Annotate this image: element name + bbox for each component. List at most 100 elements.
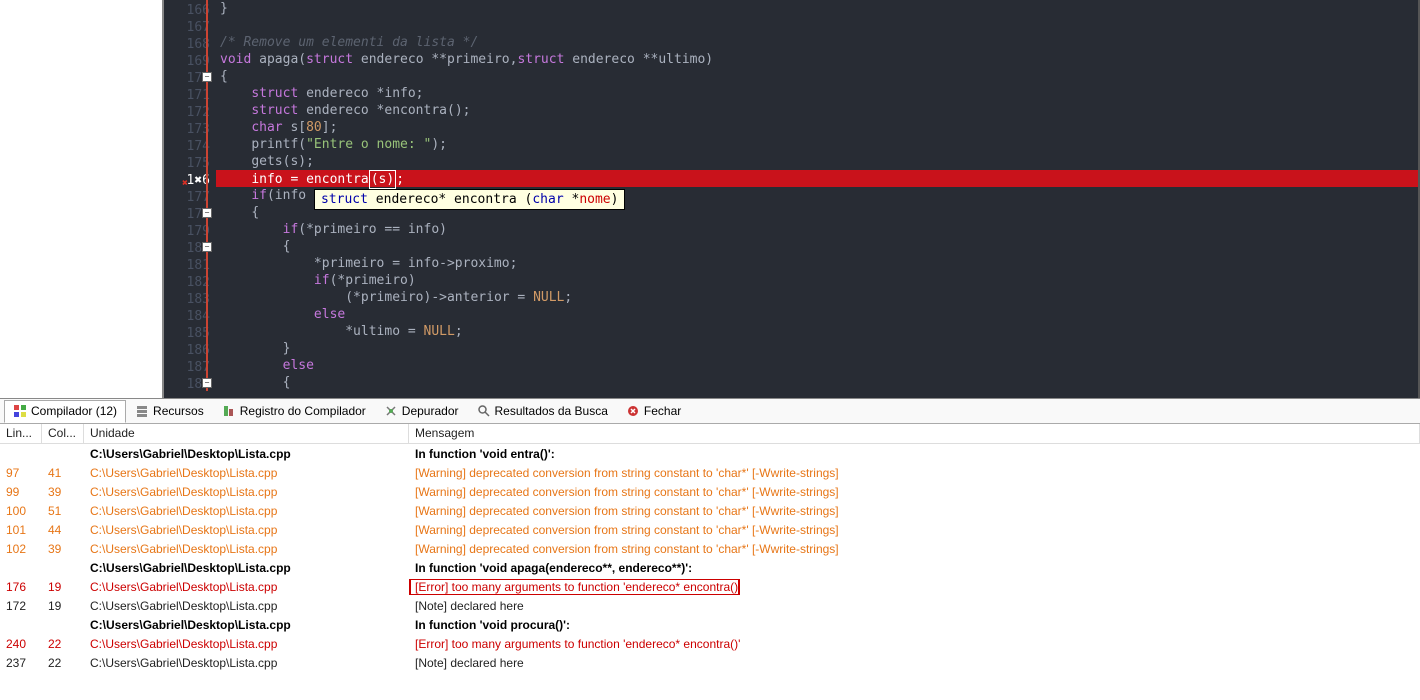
row-unit: C:\Users\Gabriel\Desktop\Lista.cpp: [84, 503, 409, 519]
row-col: 44: [42, 522, 84, 538]
row-col: 39: [42, 484, 84, 500]
tooltip-keyword: struct: [321, 192, 368, 207]
tab-debugger[interactable]: Depurador: [375, 400, 468, 423]
project-panel[interactable]: [0, 0, 164, 398]
code-text: {: [220, 69, 228, 84]
row-line: 176: [0, 579, 42, 595]
tab-compiler-log[interactable]: Registro do Compilador: [213, 400, 375, 423]
row-message: In function 'void apaga(endereco**, ende…: [409, 560, 1420, 576]
code-text: ;: [455, 324, 463, 339]
tab-label: Resultados da Busca: [495, 404, 608, 418]
fold-toggle-icon[interactable]: −: [202, 208, 212, 218]
tab-close[interactable]: Fechar: [617, 400, 690, 423]
code-text: s[: [283, 120, 306, 135]
compiler-row[interactable]: C:\Users\Gabriel\Desktop\Lista.cppIn fun…: [0, 615, 1420, 634]
row-message: [Error] too many arguments to function '…: [409, 636, 1420, 652]
tooltip-keyword: char: [532, 192, 563, 207]
compiler-row[interactable]: 10051C:\Users\Gabriel\Desktop\Lista.cpp[…: [0, 501, 1420, 520]
fold-strip: − − − −: [202, 0, 214, 398]
row-unit: C:\Users\Gabriel\Desktop\Lista.cpp: [84, 617, 409, 633]
tab-resources[interactable]: Recursos: [126, 400, 213, 423]
compiler-row[interactable]: 17219C:\Users\Gabriel\Desktop\Lista.cpp[…: [0, 596, 1420, 615]
tab-label: Fechar: [644, 404, 681, 418]
compiler-row[interactable]: 24022C:\Users\Gabriel\Desktop\Lista.cpp[…: [0, 634, 1420, 653]
header-col[interactable]: Col...: [42, 424, 84, 443]
code-text: ): [386, 172, 394, 187]
code-text: (*primeiro)->anterior =: [345, 290, 533, 305]
code-keyword: void: [220, 52, 251, 67]
compiler-row[interactable]: 17619C:\Users\Gabriel\Desktop\Lista.cpp[…: [0, 577, 1420, 596]
compiler-messages[interactable]: C:\Users\Gabriel\Desktop\Lista.cppIn fun…: [0, 444, 1420, 700]
code-text: (: [371, 172, 379, 187]
resources-icon: [135, 404, 149, 418]
code-keyword: NULL: [533, 290, 564, 305]
tab-search-results[interactable]: Resultados da Busca: [468, 400, 617, 423]
compiler-row[interactable]: 23722C:\Users\Gabriel\Desktop\Lista.cpp[…: [0, 653, 1420, 672]
code-text: endereco *encontra();: [298, 103, 470, 118]
code-text: (: [298, 137, 306, 152]
tooltip-text: *: [564, 192, 580, 207]
compiler-row[interactable]: 9939C:\Users\Gabriel\Desktop\Lista.cpp[W…: [0, 482, 1420, 501]
row-unit: C:\Users\Gabriel\Desktop\Lista.cpp: [84, 636, 409, 652]
header-unit[interactable]: Unidade: [84, 424, 409, 443]
code-keyword: if: [251, 188, 267, 203]
code-text: }: [283, 341, 291, 356]
row-line: 102: [0, 541, 42, 557]
row-unit: C:\Users\Gabriel\Desktop\Lista.cpp: [84, 598, 409, 614]
code-text: info = encontra: [251, 172, 368, 187]
header-message[interactable]: Mensagem: [409, 424, 1420, 443]
debug-icon: [384, 404, 398, 418]
code-keyword: else: [314, 307, 345, 322]
fold-toggle-icon[interactable]: −: [202, 378, 212, 388]
row-col: 19: [42, 598, 84, 614]
code-text: endereco **primeiro,: [353, 52, 517, 67]
code-text: ;: [564, 290, 572, 305]
row-line: 101: [0, 522, 42, 538]
compiler-row[interactable]: C:\Users\Gabriel\Desktop\Lista.cppIn fun…: [0, 444, 1420, 463]
code-text: {: [283, 239, 291, 254]
row-col: 22: [42, 636, 84, 652]
code-text: {: [251, 205, 259, 220]
row-message: In function 'void entra()':: [409, 446, 1420, 462]
compiler-row[interactable]: 10239C:\Users\Gabriel\Desktop\Lista.cpp[…: [0, 539, 1420, 558]
row-unit: C:\Users\Gabriel\Desktop\Lista.cpp: [84, 579, 409, 595]
row-line: 99: [0, 484, 42, 500]
row-col: 39: [42, 541, 84, 557]
code-text: (info: [267, 188, 306, 203]
fold-toggle-icon[interactable]: −: [202, 72, 212, 82]
row-col: [42, 624, 84, 626]
fold-guide: [206, 0, 208, 391]
code-keyword: if: [314, 273, 330, 288]
row-message: [Error] too many arguments to function '…: [409, 579, 1420, 595]
row-message: [Warning] deprecated conversion from str…: [409, 541, 1420, 557]
code-text: apaga(: [251, 52, 306, 67]
row-col: 19: [42, 579, 84, 595]
close-icon: [626, 404, 640, 418]
code-text: ];: [322, 120, 338, 135]
code-text: *ultimo =: [345, 324, 423, 339]
param-hint-tooltip: struct endereco* encontra (char *nome): [314, 189, 625, 210]
row-line: 237: [0, 655, 42, 671]
code-text: {: [283, 375, 291, 390]
tab-label: Depurador: [402, 404, 459, 418]
code-text: printf: [251, 137, 298, 152]
header-line[interactable]: Lin...: [0, 424, 42, 443]
row-message: [Warning] deprecated conversion from str…: [409, 484, 1420, 500]
row-message: [Warning] deprecated conversion from str…: [409, 522, 1420, 538]
fold-toggle-icon[interactable]: −: [202, 242, 212, 252]
compiler-row[interactable]: C:\Users\Gabriel\Desktop\Lista.cppIn fun…: [0, 558, 1420, 577]
row-line: 100: [0, 503, 42, 519]
code-text: ;: [396, 172, 404, 187]
code-keyword: struct: [517, 52, 564, 67]
row-line: [0, 624, 42, 626]
code-editor[interactable]: 166 167 168 169 170 171 172 173 174 175 …: [164, 0, 1420, 398]
compiler-row[interactable]: 10144C:\Users\Gabriel\Desktop\Lista.cpp[…: [0, 520, 1420, 539]
code-number: 80: [306, 120, 322, 135]
code-text: endereco **ultimo): [564, 52, 713, 67]
code-keyword: else: [283, 358, 314, 373]
compiler-row[interactable]: 9741C:\Users\Gabriel\Desktop\Lista.cpp[W…: [0, 463, 1420, 482]
tooltip-text: endereco* encontra (: [368, 192, 532, 207]
code-text: }: [220, 1, 228, 16]
tab-compiler[interactable]: Compilador (12): [4, 400, 126, 423]
row-col: [42, 453, 84, 455]
